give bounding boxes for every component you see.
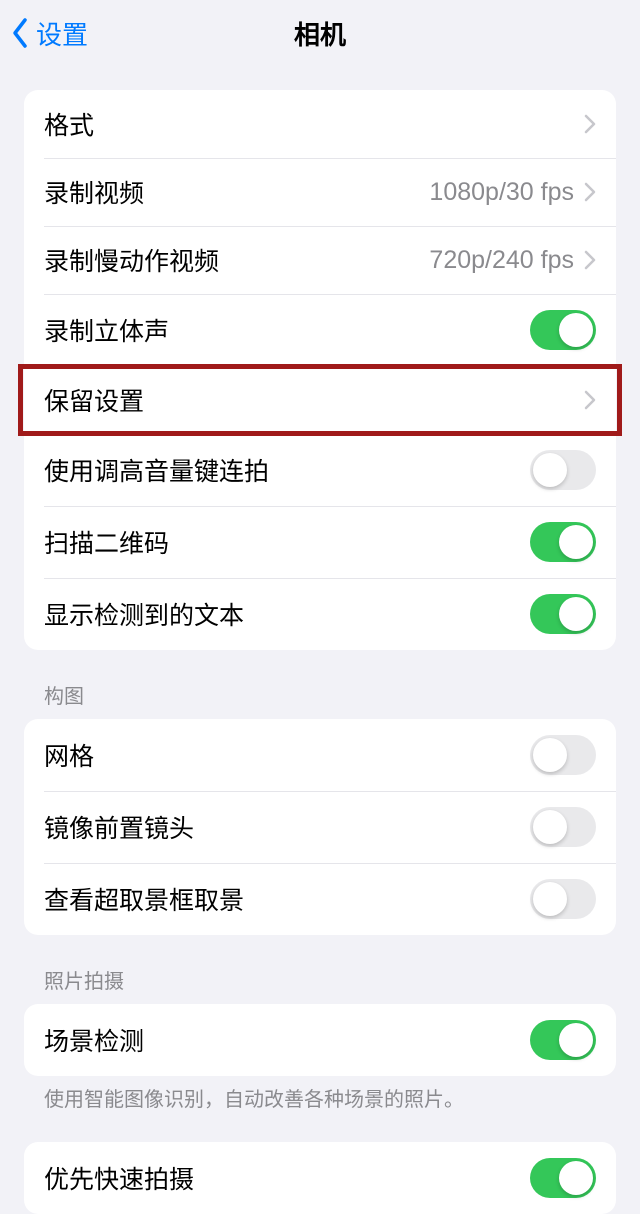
row-镜像前置镜头: 镜像前置镜头 bbox=[24, 791, 616, 863]
row-accessory: 1080p/30 fps bbox=[429, 178, 596, 207]
row-网格: 网格 bbox=[24, 719, 616, 791]
row-label: 录制慢动作视频 bbox=[44, 242, 219, 278]
row-accessory bbox=[530, 807, 596, 847]
row-录制立体声: 录制立体声 bbox=[24, 294, 616, 366]
settings-group-1: 格式录制视频 1080p/30 fps 录制慢动作视频 720p/240 fps 录制立… bbox=[24, 90, 616, 650]
row-accessory bbox=[530, 1158, 596, 1198]
row-accessory bbox=[584, 390, 596, 410]
row-查看超取景框取景: 查看超取景框取景 bbox=[24, 863, 616, 935]
chevron-right-icon bbox=[584, 114, 596, 134]
row-label: 查看超取景框取景 bbox=[44, 881, 244, 917]
row-label: 录制视频 bbox=[44, 174, 144, 210]
row-label: 录制立体声 bbox=[44, 312, 169, 348]
row-扫描二维码: 扫描二维码 bbox=[24, 506, 616, 578]
row-保留设置[interactable]: 保留设置 bbox=[24, 366, 616, 434]
toggle-镜像前置镜头[interactable] bbox=[530, 807, 596, 847]
row-label: 格式 bbox=[44, 106, 94, 142]
group-footer-photo: 使用智能图像识别，自动改善各种场景的照片。 bbox=[44, 1086, 616, 1114]
group-header-composition: 构图 bbox=[44, 680, 616, 709]
nav-bar: 设置 相机 bbox=[0, 0, 640, 66]
row-label: 优先快速拍摄 bbox=[44, 1160, 194, 1196]
back-label: 设置 bbox=[36, 15, 88, 52]
row-格式[interactable]: 格式 bbox=[24, 90, 616, 158]
settings-group-2: 网格镜像前置镜头查看超取景框取景 bbox=[24, 719, 616, 935]
chevron-right-icon bbox=[584, 182, 596, 202]
row-accessory: 720p/240 fps bbox=[429, 246, 596, 275]
row-accessory bbox=[530, 450, 596, 490]
row-优先快速拍摄: 优先快速拍摄 bbox=[24, 1142, 616, 1214]
row-accessory bbox=[530, 522, 596, 562]
row-accessory bbox=[530, 735, 596, 775]
row-录制视频[interactable]: 录制视频 1080p/30 fps bbox=[24, 158, 616, 226]
toggle-场景检测[interactable] bbox=[530, 1020, 596, 1060]
chevron-left-icon bbox=[10, 16, 32, 50]
toggle-扫描二维码[interactable] bbox=[530, 522, 596, 562]
row-使用调高音量键连拍: 使用调高音量键连拍 bbox=[24, 434, 616, 506]
page-title: 相机 bbox=[294, 15, 346, 52]
row-value: 1080p/30 fps bbox=[429, 178, 574, 207]
row-label: 使用调高音量键连拍 bbox=[44, 452, 269, 488]
row-label: 网格 bbox=[44, 737, 94, 773]
row-label: 场景检测 bbox=[44, 1022, 144, 1058]
settings-group-3: 场景检测 bbox=[24, 1004, 616, 1076]
chevron-right-icon bbox=[584, 250, 596, 270]
row-label: 镜像前置镜头 bbox=[44, 809, 194, 845]
row-accessory bbox=[530, 310, 596, 350]
chevron-right-icon bbox=[584, 390, 596, 410]
row-value: 720p/240 fps bbox=[429, 246, 574, 275]
toggle-网格[interactable] bbox=[530, 735, 596, 775]
toggle-显示检测到的文本[interactable] bbox=[530, 594, 596, 634]
row-label: 扫描二维码 bbox=[44, 524, 169, 560]
toggle-查看超取景框取景[interactable] bbox=[530, 879, 596, 919]
row-场景检测: 场景检测 bbox=[24, 1004, 616, 1076]
row-录制慢动作视频[interactable]: 录制慢动作视频 720p/240 fps bbox=[24, 226, 616, 294]
row-accessory bbox=[530, 594, 596, 634]
back-button[interactable]: 设置 bbox=[10, 0, 88, 66]
row-label: 保留设置 bbox=[44, 382, 144, 418]
group-header-photo: 照片拍摄 bbox=[44, 965, 616, 994]
row-accessory bbox=[584, 114, 596, 134]
settings-group-4: 优先快速拍摄 bbox=[24, 1142, 616, 1214]
row-显示检测到的文本: 显示检测到的文本 bbox=[24, 578, 616, 650]
toggle-录制立体声[interactable] bbox=[530, 310, 596, 350]
toggle-使用调高音量键连拍[interactable] bbox=[530, 450, 596, 490]
row-accessory bbox=[530, 879, 596, 919]
row-label: 显示检测到的文本 bbox=[44, 596, 244, 632]
row-accessory bbox=[530, 1020, 596, 1060]
toggle-优先快速拍摄[interactable] bbox=[530, 1158, 596, 1198]
